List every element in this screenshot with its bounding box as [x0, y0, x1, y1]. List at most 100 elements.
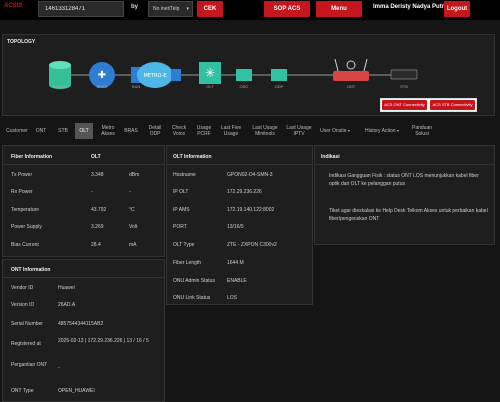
fiber-value: 3.269: [91, 224, 104, 230]
olt-label: ONU Link Status: [173, 295, 211, 301]
node-label-radius: RADIUS: [52, 84, 68, 89]
tab-detail-odp[interactable]: Detail ODP: [146, 125, 164, 137]
brand-logo[interactable]: ACSIS: [4, 3, 22, 9]
tab-panduan-solusi[interactable]: Panduan Solusi: [410, 125, 434, 137]
ont-info-title: ONT Information: [11, 267, 51, 273]
olt-label: IP OLT: [173, 189, 189, 195]
olt-label: PORT: [173, 224, 187, 230]
indikasi-text-physical: Indikasi Gangguan Fisik : status ONT LOS…: [329, 173, 479, 187]
tab-history-action-label: History Action: [365, 128, 396, 134]
fiber-unit: dBm: [129, 172, 140, 178]
tab-bras[interactable]: BRAS: [122, 128, 140, 134]
odp-icon: [271, 69, 287, 81]
olt-label: Hostname: [173, 172, 196, 178]
fiber-unit: °C: [129, 207, 135, 213]
olt-value: 1644 M: [227, 260, 244, 266]
tab-usage-pcrf[interactable]: Usage PCRF: [194, 125, 214, 137]
fiber-label: Temperature: [11, 207, 40, 213]
divider: [3, 277, 164, 278]
ont-label: Vendor ID: [11, 285, 34, 291]
olt-label: ONU Admin Status: [173, 278, 215, 284]
node-label-ran: RAN: [131, 84, 141, 89]
olt-value: 13/16/5: [227, 224, 244, 230]
olt-info-title: OLT Information: [173, 154, 212, 160]
ont-label: Pergantian ONT: [11, 362, 48, 368]
tab-customer[interactable]: Customer: [5, 128, 29, 134]
search-input[interactable]: [38, 1, 124, 17]
cek-button[interactable]: CEK: [197, 1, 223, 17]
tab-olt[interactable]: OLT: [75, 123, 93, 139]
tab-history-action[interactable]: History Action ▾: [363, 128, 401, 134]
tab-stb[interactable]: STB: [56, 128, 70, 134]
olt-label: Fiber Length: [173, 260, 202, 266]
divider: [3, 164, 164, 165]
olt-label: IP AMS: [173, 207, 190, 213]
fiber-info-panel: Fiber Information OLT Tx Power 3.348 dBm…: [2, 145, 165, 257]
fiber-olt-header: OLT: [91, 154, 101, 160]
fiber-value: 28.4: [91, 242, 101, 248]
indikasi-title: Indikasi: [321, 154, 340, 160]
divider: [167, 164, 312, 165]
ont-value: 4857544344115AB2: [58, 321, 104, 327]
top-bar: ACSIS by No inet/Telp ▾ CEK SOP ACS Menu…: [0, 0, 500, 20]
fiber-unit: mA: [129, 242, 137, 248]
logout-button[interactable]: Logout: [444, 1, 470, 17]
fiber-value: 3.348: [91, 172, 104, 178]
olt-value: ZTE - ZXPON C300v2: [227, 242, 277, 248]
tab-user-onsite[interactable]: User Onsite ▾: [318, 128, 352, 134]
olt-value: GPON02-D4-SMN-3: [227, 172, 273, 178]
fiber-unit: -: [129, 189, 131, 195]
sop-acs-button[interactable]: SOP ACS: [264, 1, 310, 17]
tab-check-voice[interactable]: Check Voice: [170, 125, 188, 137]
olt-value: 172.19.140.122:8002: [227, 207, 275, 213]
ont-label: Version ID: [11, 302, 35, 308]
ont-label: ONT Type: [11, 388, 34, 394]
olt-icon: ✳: [199, 62, 221, 84]
tab-bar: Customer ONT STB OLT Metro Akses BRAS De…: [2, 121, 495, 141]
acs-stb-button[interactable]: ACS STB Connectivity: [430, 100, 475, 110]
svg-text:✚: ✚: [98, 70, 106, 81]
search-type-select[interactable]: No inet/Telp ▾: [148, 1, 193, 17]
node-label-stb: STB: [400, 84, 408, 89]
ont-info-panel: ONT Information Vendor ID Huawei Version…: [2, 259, 165, 402]
tab-last-usage-iptv[interactable]: Last Usage IPTV: [285, 125, 313, 137]
fiber-info-title: Fiber Information: [11, 154, 53, 160]
topology-diagram: ✚ METRO-E ✳: [49, 58, 418, 89]
tab-metro-akses[interactable]: Metro Akses: [98, 125, 118, 137]
ont-value: -: [58, 365, 60, 371]
chevron-down-icon: ▾: [347, 128, 350, 133]
fiber-unit: Volt: [129, 224, 138, 230]
fiber-label: Rx Power: [11, 189, 33, 195]
ont-value: 26AD.A: [58, 302, 76, 308]
olt-label: OLT Type: [173, 242, 195, 248]
fiber-label: Bias Current: [11, 242, 39, 248]
divider: [315, 164, 494, 165]
node-label-ont: ONT: [346, 84, 356, 89]
chevron-down-icon: ▾: [186, 6, 189, 12]
olt-value: ENABLE: [227, 278, 247, 284]
odc-icon: [236, 69, 252, 81]
by-label: by: [131, 4, 139, 10]
ont-label: Serial Number: [11, 321, 43, 327]
fiber-value: 43.792: [91, 207, 107, 213]
indikasi-panel: Indikasi Indikasi Gangguan Fisik : statu…: [314, 145, 495, 245]
fiber-value: -: [91, 189, 93, 195]
svg-text:✳: ✳: [205, 66, 215, 80]
fiber-label: Power Supply: [11, 224, 42, 230]
ont-value: OPEN_HUAWEI: [58, 388, 95, 394]
acs-ont-button[interactable]: ACS ONT Connectivity: [382, 100, 427, 110]
search-type-value: No inet/Telp: [153, 6, 180, 12]
chevron-down-icon: ▾: [396, 128, 399, 133]
menu-button[interactable]: Menu: [316, 1, 362, 17]
fiber-label: Tx Power: [11, 172, 33, 178]
tab-last-usage-minitools[interactable]: Last Usage Minitools: [251, 125, 279, 137]
node-label-bras: BRAS: [96, 84, 108, 89]
svg-text:METRO-E: METRO-E: [143, 73, 166, 79]
tab-ont[interactable]: ONT: [34, 128, 48, 134]
ont-value: 2025-02-13 | 172.29.236.226 | 13 / 16 / …: [58, 338, 149, 344]
olt-value: 172.29.236.226: [227, 189, 262, 195]
node-label-odp: ODP: [274, 84, 284, 89]
tab-last-five-usage[interactable]: Last Five Usage: [219, 125, 243, 137]
user-name: Imma Deristy Nadya Putri: [373, 4, 446, 10]
ont-icon: [333, 58, 369, 81]
